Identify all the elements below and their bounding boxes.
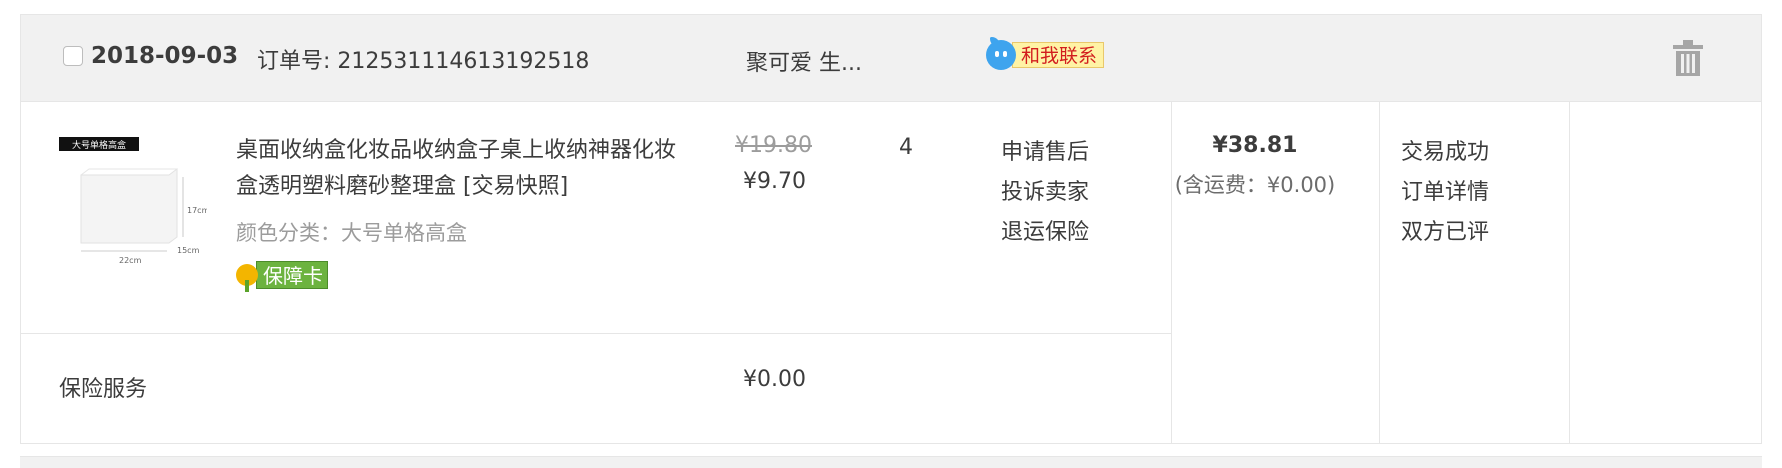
next-order-header — [20, 456, 1762, 468]
original-price: ¥19.80 — [735, 133, 812, 158]
thumb-dim-width: 22cm — [119, 256, 142, 265]
order-total: ¥38.81 — [1212, 133, 1298, 158]
thumb-dim-depth: 15cm — [177, 246, 200, 255]
order-date: 2018-09-03 — [91, 43, 239, 69]
after-sale-actions: 申请售后 投诉卖家 退运保险 — [1001, 133, 1089, 253]
flower-icon — [236, 264, 258, 292]
divider — [1569, 102, 1570, 443]
unit-price: ¥9.70 — [743, 169, 806, 194]
apply-after-sale-link[interactable]: 申请售后 — [1001, 133, 1089, 173]
order-number: 订单号: 212531114613192518 — [257, 49, 590, 74]
divider — [1379, 102, 1380, 443]
product-spec: 颜色分类：大号单格高盒 — [236, 221, 467, 245]
review-status-link[interactable]: 双方已评 — [1401, 213, 1489, 253]
quantity: 4 — [899, 135, 913, 160]
contact-seller-button[interactable]: 和我联系 — [986, 37, 1105, 71]
shipping-fee: (含运费：¥0.00) — [1174, 173, 1336, 197]
insurance-price: ¥0.00 — [743, 367, 806, 392]
return-insurance-link[interactable]: 退运保险 — [1001, 213, 1089, 253]
guarantee-card-label: 保障卡 — [256, 261, 328, 289]
order-status-actions: 交易成功 订单详情 双方已评 — [1401, 133, 1489, 253]
divider — [21, 333, 1171, 334]
thumb-label: 大号单格高盒 — [72, 139, 126, 151]
contact-seller-label: 和我联系 — [1012, 42, 1105, 68]
product-title-link[interactable]: 桌面收纳盒化妆品收纳盒子桌上收纳神器化妆盒透明塑料磨砂整理盒 [交易快照] — [236, 133, 676, 205]
trade-status: 交易成功 — [1401, 140, 1490, 165]
wangwang-icon — [986, 37, 1016, 70]
product-thumbnail[interactable]: 大号单格高盒 17cm 22cm 15cm — [59, 125, 207, 267]
order-detail-link[interactable]: 订单详情 — [1401, 173, 1489, 213]
insurance-service-label: 保险服务 — [59, 377, 148, 402]
guarantee-card-badge[interactable]: 保障卡 — [236, 260, 328, 292]
shop-name-link[interactable]: 聚可爱 生... — [746, 45, 862, 77]
order-card: 2018-09-03 订单号: 212531114613192518 聚可爱 生… — [20, 14, 1762, 444]
complain-seller-link[interactable]: 投诉卖家 — [1001, 173, 1089, 213]
order-checkbox[interactable] — [63, 46, 83, 66]
thumb-dim-height: 17cm — [187, 206, 207, 215]
trash-icon[interactable] — [1671, 39, 1705, 77]
order-header: 2018-09-03 订单号: 212531114613192518 聚可爱 生… — [21, 15, 1761, 102]
